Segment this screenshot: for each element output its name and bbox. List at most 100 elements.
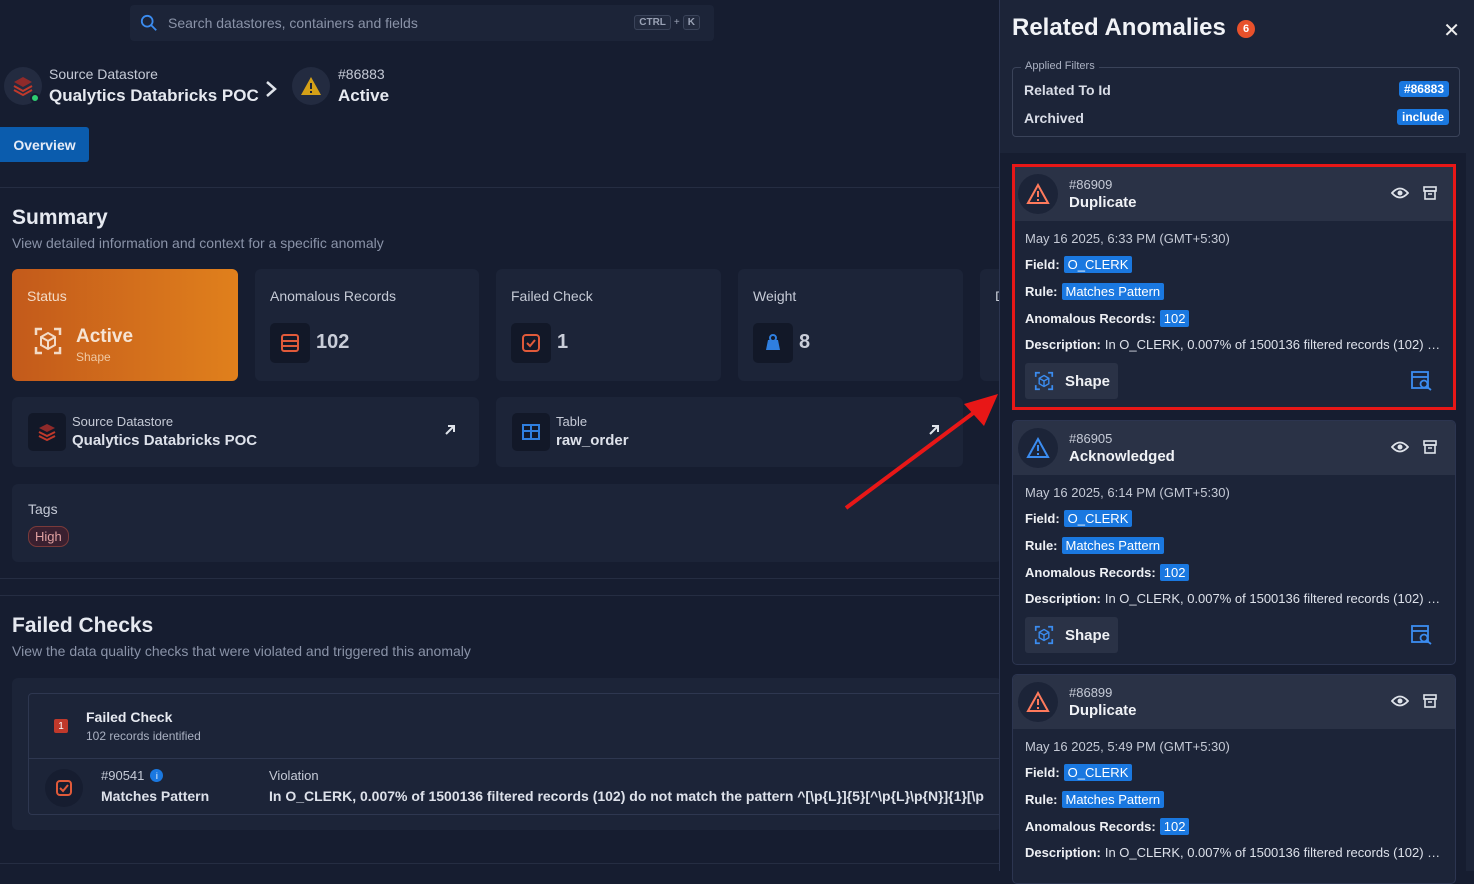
description-value: In O_CLERK, 0.007% of 1500136 filtered r… [1104, 337, 1443, 352]
datastore-icon [4, 67, 42, 105]
anomaly-card-header: #86909 Duplicate [1013, 167, 1455, 221]
rule-value: Matches Pattern [1061, 537, 1165, 554]
check-icon [45, 769, 83, 807]
warning-icon [1018, 682, 1058, 722]
shape-icon [1034, 625, 1054, 645]
divider [29, 758, 1000, 759]
description-label: Description: [1025, 845, 1101, 860]
source-datastore-name[interactable]: Qualytics Databricks POC [49, 86, 259, 106]
anomalous-records-label: Anomalous Records [270, 288, 397, 304]
scrollbar[interactable] [1466, 153, 1474, 871]
anomaly-id[interactable]: #86899 [1069, 685, 1112, 700]
field-label: Field: [1025, 511, 1060, 526]
field-value: O_CLERK [1063, 256, 1133, 273]
records-value: 102 [1159, 818, 1190, 835]
filter-archived-value[interactable]: include [1396, 109, 1449, 125]
summary-subtitle: View detailed information and context fo… [12, 235, 384, 251]
info-icon[interactable]: i [150, 769, 164, 782]
chevron-right-icon [266, 81, 277, 97]
anomaly-id[interactable]: #86909 [1069, 177, 1112, 192]
anomaly-type-button[interactable]: Shape [1025, 363, 1119, 399]
tag-high[interactable]: High [28, 526, 69, 547]
divider [0, 187, 1000, 188]
divider [0, 595, 1000, 596]
violation-label: Violation [269, 768, 319, 783]
filters-legend: Applied Filters [1021, 60, 1099, 72]
weight-value: 8 [799, 331, 811, 353]
anomaly-status: Duplicate [1069, 194, 1137, 211]
failed-check-card: Failed Check 1 [496, 269, 721, 381]
records-value: 102 [1159, 564, 1190, 581]
filter-related-value[interactable]: #86883 [1398, 81, 1449, 97]
field-label: Field: [1025, 257, 1060, 272]
records-label: Anomalous Records: [1025, 819, 1156, 834]
search-bar[interactable]: Search datastores, containers and fields… [130, 5, 714, 41]
field-value: O_CLERK [1063, 510, 1133, 527]
records-label: Anomalous Records: [1025, 565, 1156, 580]
eye-icon[interactable] [1391, 186, 1409, 200]
source-datastore-card[interactable]: Source Datastore Qualytics Databricks PO… [12, 397, 479, 467]
source-records-icon[interactable] [1411, 625, 1433, 645]
anomaly-id: #86883 [338, 66, 385, 82]
anomaly-id[interactable]: #86905 [1069, 431, 1112, 446]
anomaly-card[interactable]: #86899 Duplicate May 16 2025, 5:49 PM (G… [1012, 674, 1456, 884]
summary-title: Summary [12, 206, 108, 229]
rule-label: Rule: [1025, 792, 1058, 807]
warning-icon [1018, 174, 1058, 214]
anomaly-date: May 16 2025, 6:33 PM (GMT+5:30) [1025, 231, 1230, 246]
status-sub: Shape [76, 350, 111, 364]
anomaly-status: Active [338, 86, 390, 105]
annotation-arrow [844, 394, 998, 510]
description-label: Description: [1025, 337, 1101, 352]
open-link-icon[interactable] [443, 423, 457, 437]
applied-filters: Applied Filters Related To Id #86883 Arc… [1012, 60, 1460, 137]
archive-icon[interactable] [1423, 440, 1437, 454]
kbd-k: K [682, 15, 700, 30]
close-icon[interactable]: ✕ [1443, 18, 1460, 43]
weight-icon [753, 323, 793, 363]
shape-icon [34, 327, 62, 355]
breadcrumb-source[interactable]: Source Datastore Qualytics Databricks PO… [4, 66, 259, 106]
anomaly-card-header: #86905 Acknowledged [1013, 421, 1455, 475]
failed-checks-subtitle: View the data quality checks that were v… [12, 643, 471, 659]
tags-label: Tags [28, 501, 58, 517]
description-row: Description: In O_CLERK, 0.007% of 150013… [1025, 591, 1443, 606]
failed-check-box-title: Failed Check [86, 709, 173, 725]
anomaly-date: May 16 2025, 6:14 PM (GMT+5:30) [1025, 485, 1230, 500]
records-row: Anomalous Records: 102 [1025, 310, 1443, 327]
warning-icon [292, 67, 330, 105]
eye-icon[interactable] [1391, 440, 1409, 454]
violation-text: In O_CLERK, 0.007% of 1500136 filtered r… [269, 788, 984, 804]
anomaly-card[interactable]: #86909 Duplicate May 16 2025, 6:33 PM (G… [1012, 166, 1456, 408]
failed-checks-panel: 1 Failed Check 102 records identified #9… [12, 678, 1000, 830]
search-icon [140, 14, 157, 31]
search-input[interactable]: Search datastores, containers and fields [168, 15, 418, 31]
extra-card: D [980, 269, 1000, 381]
divider [0, 863, 1000, 864]
anomaly-type-button[interactable]: Shape [1025, 617, 1119, 653]
field-row: Field: O_CLERK [1025, 510, 1443, 527]
description-row: Description: In O_CLERK, 0.007% of 150013… [1025, 845, 1443, 860]
anomaly-type-label: Shape [1065, 626, 1111, 644]
archive-icon[interactable] [1423, 694, 1437, 708]
eye-icon[interactable] [1391, 694, 1409, 708]
panel-title: Related Anomalies [1012, 14, 1226, 41]
keyboard-shortcut: CTRL + K [634, 15, 700, 30]
breadcrumb-anomaly: #86883 Active [292, 66, 389, 106]
online-status-dot [30, 93, 40, 103]
check-id[interactable]: #90541 [101, 768, 144, 783]
anomaly-card[interactable]: #86905 Acknowledged May 16 2025, 6:14 PM… [1012, 420, 1456, 665]
rule-value: Matches Pattern [1061, 283, 1165, 300]
tab-overview[interactable]: Overview [0, 127, 89, 162]
status-value: Active [76, 326, 134, 347]
archive-icon[interactable] [1423, 186, 1437, 200]
source-records-icon[interactable] [1411, 371, 1433, 391]
source-datastore-card-label: Source Datastore [72, 414, 174, 429]
description-row: Description: In O_CLERK, 0.007% of 150013… [1025, 337, 1443, 352]
filter-archived-label: Archived [1024, 110, 1084, 126]
rule-label: Rule: [1025, 538, 1058, 553]
field-value: O_CLERK [1063, 764, 1133, 781]
rule-row: Rule: Matches Pattern [1025, 791, 1443, 808]
shape-icon [1034, 371, 1054, 391]
field-row: Field: O_CLERK [1025, 256, 1443, 273]
